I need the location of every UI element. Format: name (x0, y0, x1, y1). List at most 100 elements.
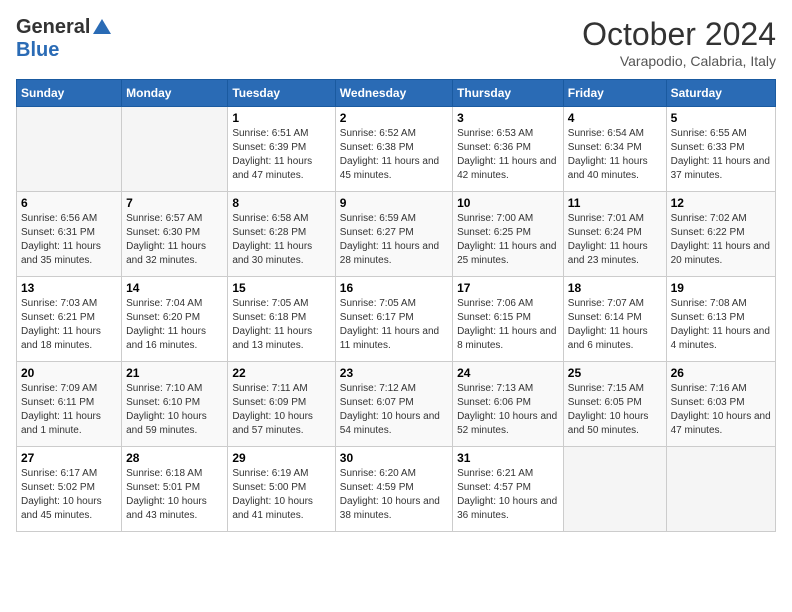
month-title: October 2024 (582, 16, 776, 53)
week-row-5: 27 Sunrise: 6:17 AM Sunset: 5:02 PM Dayli… (17, 447, 776, 532)
day-number: 9 (340, 196, 448, 210)
calendar-cell: 1Sunrise: 6:51 AM Sunset: 6:39 PM Daylig… (228, 107, 335, 192)
day-info: Sunrise: 7:07 AM Sunset: 6:14 PM Dayligh… (568, 297, 662, 353)
day-info: Sunrise: 7:00 AM Sunset: 6:25 PM Dayligh… (457, 212, 559, 268)
calendar-cell: 13 Sunrise: 7:03 AM Sunset: 6:21 PM Dayli… (17, 277, 122, 362)
calendar-cell: 2 Sunrise: 6:52 AM Sunset: 6:38 PM Daylig… (335, 107, 452, 192)
logo-triangle-icon (93, 19, 111, 34)
day-info: Sunrise: 6:56 AM Sunset: 6:31 PM Dayligh… (21, 212, 117, 268)
calendar-cell: 24 Sunrise: 7:13 AM Sunset: 6:06 PM Dayli… (453, 362, 564, 447)
day-number: 15 (232, 281, 330, 295)
day-number: 30 (340, 451, 448, 465)
header-day-wednesday: Wednesday (335, 80, 452, 107)
day-info: Sunrise: 6:19 AM Sunset: 5:00 PM Dayligh… (232, 467, 330, 523)
calendar-cell: 20 Sunrise: 7:09 AM Sunset: 6:11 PM Dayli… (17, 362, 122, 447)
day-number: 2 (340, 111, 448, 125)
logo-general-text: General (16, 16, 90, 39)
day-info: Sunrise: 6:54 AM Sunset: 6:34 PM Dayligh… (568, 127, 662, 183)
week-row-4: 20 Sunrise: 7:09 AM Sunset: 6:11 PM Dayli… (17, 362, 776, 447)
logo-blue-text: Blue (16, 39, 59, 61)
day-number: 17 (457, 281, 559, 295)
header-day-friday: Friday (563, 80, 666, 107)
day-info: Sunrise: 7:06 AM Sunset: 6:15 PM Dayligh… (457, 297, 559, 353)
day-info: Sunrise: 7:12 AM Sunset: 6:07 PM Dayligh… (340, 382, 448, 438)
calendar-cell: 29 Sunrise: 6:19 AM Sunset: 5:00 PM Dayli… (228, 447, 335, 532)
day-number: 14 (126, 281, 223, 295)
calendar-cell: 7 Sunrise: 6:57 AM Sunset: 6:30 PM Daylig… (122, 192, 228, 277)
calendar-cell (122, 107, 228, 192)
header-day-thursday: Thursday (453, 80, 564, 107)
day-info: Sunrise: 6:20 AM Sunset: 4:59 PM Dayligh… (340, 467, 448, 523)
calendar-cell: 25Sunrise: 7:15 AM Sunset: 6:05 PM Dayli… (563, 362, 666, 447)
calendar-cell: 18 Sunrise: 7:07 AM Sunset: 6:14 PM Dayli… (563, 277, 666, 362)
day-number: 29 (232, 451, 330, 465)
calendar-cell: 23Sunrise: 7:12 AM Sunset: 6:07 PM Dayli… (335, 362, 452, 447)
header-day-saturday: Saturday (666, 80, 775, 107)
day-number: 24 (457, 366, 559, 380)
day-info: Sunrise: 7:13 AM Sunset: 6:06 PM Dayligh… (457, 382, 559, 438)
day-info: Sunrise: 6:18 AM Sunset: 5:01 PM Dayligh… (126, 467, 223, 523)
day-number: 21 (126, 366, 223, 380)
day-info: Sunrise: 6:51 AM Sunset: 6:39 PM Dayligh… (232, 127, 330, 183)
header-day-monday: Monday (122, 80, 228, 107)
day-info: Sunrise: 7:01 AM Sunset: 6:24 PM Dayligh… (568, 212, 662, 268)
day-number: 18 (568, 281, 662, 295)
page-header: General Blue October 2024 Varapodio, Cal… (16, 16, 776, 69)
calendar-header: SundayMondayTuesdayWednesdayThursdayFrid… (17, 80, 776, 107)
day-number: 3 (457, 111, 559, 125)
calendar-cell (666, 447, 775, 532)
calendar-cell: 9Sunrise: 6:59 AM Sunset: 6:27 PM Daylig… (335, 192, 452, 277)
calendar-body: 1Sunrise: 6:51 AM Sunset: 6:39 PM Daylig… (17, 107, 776, 532)
calendar-cell: 6Sunrise: 6:56 AM Sunset: 6:31 PM Daylig… (17, 192, 122, 277)
day-number: 28 (126, 451, 223, 465)
calendar-cell: 11 Sunrise: 7:01 AM Sunset: 6:24 PM Dayli… (563, 192, 666, 277)
day-number: 4 (568, 111, 662, 125)
day-number: 5 (671, 111, 771, 125)
calendar-cell: 19 Sunrise: 7:08 AM Sunset: 6:13 PM Dayli… (666, 277, 775, 362)
day-info: Sunrise: 7:08 AM Sunset: 6:13 PM Dayligh… (671, 297, 771, 353)
calendar-cell: 4 Sunrise: 6:54 AM Sunset: 6:34 PM Daylig… (563, 107, 666, 192)
day-info: Sunrise: 6:52 AM Sunset: 6:38 PM Dayligh… (340, 127, 448, 183)
day-number: 22 (232, 366, 330, 380)
day-info: Sunrise: 6:55 AM Sunset: 6:33 PM Dayligh… (671, 127, 771, 183)
calendar-cell: 3Sunrise: 6:53 AM Sunset: 6:36 PM Daylig… (453, 107, 564, 192)
day-info: Sunrise: 7:05 AM Sunset: 6:17 PM Dayligh… (340, 297, 448, 353)
day-info: Sunrise: 6:58 AM Sunset: 6:28 PM Dayligh… (232, 212, 330, 268)
day-number: 7 (126, 196, 223, 210)
day-info: Sunrise: 7:02 AM Sunset: 6:22 PM Dayligh… (671, 212, 771, 268)
day-info: Sunrise: 7:05 AM Sunset: 6:18 PM Dayligh… (232, 297, 330, 353)
day-number: 11 (568, 196, 662, 210)
day-number: 20 (21, 366, 117, 380)
day-info: Sunrise: 6:17 AM Sunset: 5:02 PM Dayligh… (21, 467, 117, 523)
day-number: 13 (21, 281, 117, 295)
day-number: 19 (671, 281, 771, 295)
header-day-sunday: Sunday (17, 80, 122, 107)
calendar-cell: 30 Sunrise: 6:20 AM Sunset: 4:59 PM Dayli… (335, 447, 452, 532)
calendar-cell: 10 Sunrise: 7:00 AM Sunset: 6:25 PM Dayli… (453, 192, 564, 277)
calendar-table: SundayMondayTuesdayWednesdayThursdayFrid… (16, 79, 776, 532)
header-row: SundayMondayTuesdayWednesdayThursdayFrid… (17, 80, 776, 107)
day-info: Sunrise: 7:04 AM Sunset: 6:20 PM Dayligh… (126, 297, 223, 353)
week-row-2: 6Sunrise: 6:56 AM Sunset: 6:31 PM Daylig… (17, 192, 776, 277)
header-day-tuesday: Tuesday (228, 80, 335, 107)
calendar-cell: 17 Sunrise: 7:06 AM Sunset: 6:15 PM Dayli… (453, 277, 564, 362)
calendar-cell: 31Sunrise: 6:21 AM Sunset: 4:57 PM Dayli… (453, 447, 564, 532)
calendar-cell: 5 Sunrise: 6:55 AM Sunset: 6:33 PM Daylig… (666, 107, 775, 192)
day-info: Sunrise: 6:57 AM Sunset: 6:30 PM Dayligh… (126, 212, 223, 268)
calendar-cell: 12 Sunrise: 7:02 AM Sunset: 6:22 PM Dayli… (666, 192, 775, 277)
day-number: 10 (457, 196, 559, 210)
week-row-1: 1Sunrise: 6:51 AM Sunset: 6:39 PM Daylig… (17, 107, 776, 192)
calendar-cell: 22Sunrise: 7:11 AM Sunset: 6:09 PM Dayli… (228, 362, 335, 447)
day-number: 27 (21, 451, 117, 465)
calendar-cell: 28 Sunrise: 6:18 AM Sunset: 5:01 PM Dayli… (122, 447, 228, 532)
logo: General Blue (16, 16, 111, 62)
day-number: 8 (232, 196, 330, 210)
day-info: Sunrise: 7:16 AM Sunset: 6:03 PM Dayligh… (671, 382, 771, 438)
calendar-cell: 16Sunrise: 7:05 AM Sunset: 6:17 PM Dayli… (335, 277, 452, 362)
calendar-cell: 15 Sunrise: 7:05 AM Sunset: 6:18 PM Dayli… (228, 277, 335, 362)
day-info: Sunrise: 7:03 AM Sunset: 6:21 PM Dayligh… (21, 297, 117, 353)
day-info: Sunrise: 7:09 AM Sunset: 6:11 PM Dayligh… (21, 382, 117, 438)
day-info: Sunrise: 7:15 AM Sunset: 6:05 PM Dayligh… (568, 382, 662, 438)
day-number: 12 (671, 196, 771, 210)
calendar-cell (563, 447, 666, 532)
